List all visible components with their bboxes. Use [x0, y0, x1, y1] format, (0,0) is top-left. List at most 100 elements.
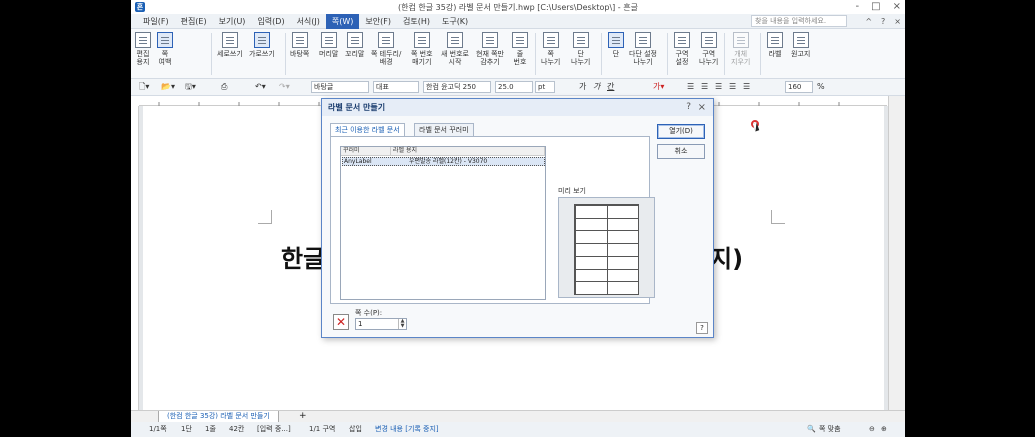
menu-security[interactable]: 보안(F)	[359, 14, 397, 29]
ribbon-separator	[601, 33, 602, 75]
italic-button[interactable]: 가	[593, 81, 600, 93]
unit-select[interactable]: pt	[535, 81, 555, 93]
status-insert[interactable]: 삽입	[349, 422, 362, 437]
footer-button[interactable]: 꼬리말	[345, 32, 364, 58]
page-setup-icon	[135, 32, 151, 48]
ribbon-separator	[724, 33, 725, 75]
horizontal-writing-button[interactable]: 가로쓰기	[249, 32, 275, 58]
label-icon	[767, 32, 783, 48]
document-heading-left: 한글	[281, 245, 326, 273]
justify-icon[interactable]: ☰	[729, 81, 736, 93]
column-header-package[interactable]: 꾸러미	[341, 147, 391, 156]
zoom-in-icon[interactable]: ⊕	[881, 422, 887, 437]
horizontal-writing-icon	[253, 32, 270, 48]
dialog-help-button[interactable]: ?	[696, 322, 708, 334]
page-setup-button[interactable]: 편집 용지	[135, 32, 151, 66]
save-icon[interactable]: 🖫▾	[185, 81, 196, 93]
menu-file[interactable]: 파일(F)	[137, 14, 175, 29]
delete-object-icon	[732, 32, 749, 48]
columns-button[interactable]: 단	[608, 32, 624, 58]
page-count-input[interactable]: 1 ▲ ▼	[355, 318, 407, 330]
zoom-search-icon[interactable]: 🔍	[807, 422, 816, 437]
language-select[interactable]: 대표	[373, 81, 419, 93]
font-color-button[interactable]: 가▾	[653, 81, 664, 93]
tab-label-packages[interactable]: 라벨 문서 꾸러미	[414, 123, 474, 136]
column-header-paper[interactable]: 라벨 용지	[391, 147, 545, 156]
formatting-toolbar: 🗋▾ 📂▾ 🖫▾ ⎙ ↶▾ ↷▾ 바탕글 대표 한컴 윤고딕 250 25.0 …	[131, 79, 905, 96]
minimize-button[interactable]: -	[856, 0, 860, 14]
page-count-stepper[interactable]: ▲ ▼	[398, 319, 406, 329]
menu-tools[interactable]: 도구(K)	[436, 14, 474, 29]
menu-bar: 파일(F) 편집(E) 보기(U) 입력(D) 서식(J) 쪽(W) 보안(F)…	[131, 13, 905, 29]
align-center-icon[interactable]: ☰	[701, 81, 708, 93]
page-break-button[interactable]: 쪽 나누기	[541, 32, 560, 66]
page-margin-button[interactable]: 쪽 여백	[157, 32, 173, 66]
section-setup-button[interactable]: 구역 설정	[674, 32, 690, 66]
header-button[interactable]: 머리말	[319, 32, 338, 58]
column-break-icon	[572, 32, 589, 48]
multi-column-button[interactable]: 다단 설정 나누기	[629, 32, 657, 66]
open-button[interactable]: 열기(D)	[657, 124, 705, 139]
label-list[interactable]: 꾸러미 라벨 용지 AnyLabel 우편발송 라벨(12칸) - V3070	[340, 146, 546, 300]
tab-recent-labels[interactable]: 최근 이용한 라벨 문서	[330, 123, 405, 137]
page-number-button[interactable]: 쪽 번호 매기기	[411, 32, 433, 66]
status-section: 1/1 구역	[309, 425, 336, 433]
manuscript-button[interactable]: 원고지	[791, 32, 810, 58]
line-number-button[interactable]: 줄 번호	[512, 32, 528, 66]
table-row[interactable]: AnyLabel 우편발송 라벨(12칸) - V3070	[342, 157, 545, 166]
underline-button[interactable]: 간	[607, 81, 614, 93]
maximize-button[interactable]: □	[871, 0, 880, 14]
redo-icon[interactable]: ↷▾	[279, 81, 290, 93]
section-break-icon	[700, 32, 717, 48]
close-window-button[interactable]: ×	[893, 0, 901, 14]
help-search-input[interactable]: 찾을 내용을 입력하세요.	[751, 15, 847, 27]
vertical-scrollbar[interactable]	[888, 96, 905, 410]
align-right-icon[interactable]: ☰	[715, 81, 722, 93]
vertical-ruler[interactable]	[131, 106, 139, 410]
label-button[interactable]: 라벨	[767, 32, 783, 58]
cancel-button[interactable]: 취소	[657, 144, 705, 159]
clear-count-icon[interactable]: ✕	[333, 314, 349, 330]
status-track-changes[interactable]: 변경 내용 [기록 중지]	[375, 422, 439, 437]
new-number-icon	[447, 32, 463, 48]
section-break-button[interactable]: 구역 나누기	[699, 32, 718, 66]
dialog-close-icon[interactable]: ×	[698, 99, 706, 116]
style-select[interactable]: 바탕글	[311, 81, 369, 93]
zoom-input[interactable]: 160	[785, 81, 813, 93]
distribute-icon[interactable]: ☰	[743, 81, 750, 93]
page-border-button[interactable]: 쪽 테두리/ 배경	[371, 32, 401, 66]
hide-page-button[interactable]: 현재 쪽만 감추기	[476, 32, 504, 66]
ribbon-separator	[760, 33, 761, 75]
new-doc-icon[interactable]: 🗋▾	[139, 81, 149, 93]
dialog-title: 라벨 문서 만들기	[322, 99, 713, 116]
add-tab-button[interactable]: +	[299, 411, 307, 422]
print-icon[interactable]: ⎙	[221, 81, 227, 93]
zoom-out-icon[interactable]: ⊖	[869, 422, 875, 437]
menu-edit[interactable]: 편집(E)	[175, 14, 213, 29]
menu-page[interactable]: 쪽(W)	[325, 13, 360, 29]
delete-object-button[interactable]: 개체 지우기	[731, 32, 750, 66]
open-icon[interactable]: 📂▾	[161, 81, 175, 93]
close-doc-icon[interactable]: ×	[894, 14, 901, 29]
menu-view[interactable]: 보기(U)	[213, 14, 252, 29]
help-icon[interactable]: ?	[881, 14, 885, 29]
menu-review[interactable]: 검토(H)	[397, 14, 436, 29]
hwp-window: 흔 (한컴 한글 35강) 라벨 문서 만들기.hwp [C:\Users\De…	[131, 0, 905, 437]
ribbon-separator	[285, 33, 286, 75]
menu-insert[interactable]: 입력(D)	[251, 14, 290, 29]
zoom-unit: %	[817, 82, 825, 91]
new-number-button[interactable]: 새 번호로 시작	[441, 32, 469, 66]
manuscript-icon	[792, 32, 809, 48]
font-size-input[interactable]: 25.0	[495, 81, 533, 93]
column-break-button[interactable]: 단 나누기	[571, 32, 590, 66]
collapse-ribbon-icon[interactable]: ^	[865, 14, 872, 29]
status-zoom-fit[interactable]: 쪽 맞춤	[819, 422, 841, 437]
font-select[interactable]: 한컴 윤고딕 250	[423, 81, 491, 93]
master-page-button[interactable]: 바탕쪽	[290, 32, 309, 58]
menu-format[interactable]: 서식(J)	[291, 14, 326, 29]
undo-icon[interactable]: ↶▾	[255, 81, 266, 93]
dialog-help-icon[interactable]: ?	[686, 99, 691, 116]
align-left-icon[interactable]: ☰	[687, 81, 694, 93]
bold-button[interactable]: 가	[579, 81, 586, 93]
vertical-writing-button[interactable]: 세로쓰기	[217, 32, 243, 58]
